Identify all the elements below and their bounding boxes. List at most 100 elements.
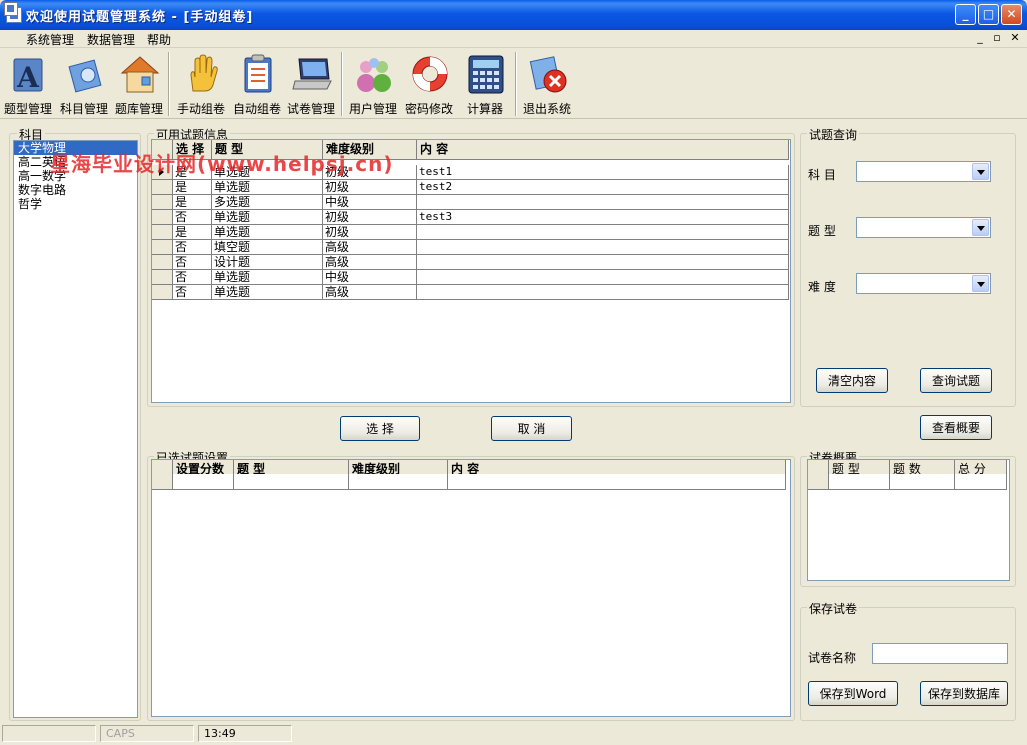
save-group-title: 保存试卷 <box>807 600 860 617</box>
table-cell[interactable]: 是 <box>173 225 212 240</box>
svg-text:A: A <box>16 61 40 94</box>
mdi-close-icon[interactable]: ✕ <box>1008 31 1022 45</box>
subject-item[interactable]: 数字电路 <box>14 183 137 197</box>
table-cell[interactable]: 否 <box>173 240 212 255</box>
table-cell[interactable]: 否 <box>173 270 212 285</box>
toolbar-question-bank[interactable]: 题库管理 <box>111 51 167 117</box>
table-cell[interactable]: 是 <box>173 180 212 195</box>
table-cell[interactable]: 高级 <box>323 255 417 270</box>
table-cell[interactable]: 中级 <box>323 270 417 285</box>
toolbar-calculator[interactable]: 计算器 <box>457 51 513 117</box>
row-header[interactable] <box>152 285 173 300</box>
row-header[interactable] <box>152 180 173 195</box>
menu-data[interactable]: 数据管理 <box>87 31 135 48</box>
row-header[interactable] <box>808 474 829 490</box>
table-cell[interactable]: 多选题 <box>212 195 323 210</box>
row-header[interactable] <box>152 270 173 285</box>
chevron-down-icon[interactable] <box>972 275 989 292</box>
chevron-down-icon[interactable] <box>972 163 989 180</box>
row-header[interactable] <box>152 225 173 240</box>
table-cell[interactable]: 否 <box>173 210 212 225</box>
save-word-button[interactable]: 保存到Word <box>808 681 898 706</box>
toolbar-subject[interactable]: 科目管理 <box>56 51 112 117</box>
table-cell[interactable]: 初级 <box>323 210 417 225</box>
column-header-content[interactable]: 内 容 <box>417 140 789 160</box>
table-cell[interactable] <box>417 270 789 285</box>
minimize-button[interactable]: _ <box>955 4 976 25</box>
table-cell[interactable]: 高级 <box>323 285 417 300</box>
paper-name-label: 试卷名称 <box>808 651 857 665</box>
maximize-button[interactable]: □ <box>978 4 999 25</box>
table-cell[interactable] <box>417 285 789 300</box>
new-row-cell[interactable] <box>890 474 955 490</box>
mdi-minimize-icon[interactable]: _ <box>973 31 987 45</box>
new-row-cell[interactable] <box>955 474 1007 490</box>
table-cell[interactable]: 是 <box>173 195 212 210</box>
query-group-title: 试题查询 <box>807 126 860 143</box>
row-header[interactable] <box>152 474 173 490</box>
table-cell[interactable]: 高级 <box>323 240 417 255</box>
mdi-restore-icon[interactable]: ▫ <box>990 31 1004 45</box>
toolbar-manual-compose[interactable]: 手动组卷 <box>173 51 229 117</box>
table-cell[interactable]: test3 <box>417 210 789 225</box>
table-cell[interactable]: 单选题 <box>212 270 323 285</box>
menu-help[interactable]: 帮助 <box>147 31 171 48</box>
table-cell[interactable] <box>417 225 789 240</box>
table-cell[interactable]: test2 <box>417 180 789 195</box>
toolbar-exit[interactable]: 退出系统 <box>519 51 575 117</box>
table-cell[interactable] <box>417 240 789 255</box>
overview-button[interactable]: 查看概要 <box>920 415 992 440</box>
new-row-cell[interactable] <box>234 474 349 490</box>
row-header[interactable] <box>152 195 173 210</box>
save-db-button[interactable]: 保存到数据库 <box>920 681 1008 706</box>
status-panel <box>2 725 96 742</box>
lifebuoy-icon <box>412 56 448 92</box>
table-cell[interactable]: 否 <box>173 255 212 270</box>
new-row-cell[interactable] <box>173 474 234 490</box>
toolbar-password-change[interactable]: 密码修改 <box>401 51 457 117</box>
table-cell[interactable]: 初级 <box>323 225 417 240</box>
clipboard-icon <box>244 54 272 93</box>
difficulty-label: 难 度 <box>808 280 836 294</box>
table-cell[interactable]: 单选题 <box>212 180 323 195</box>
type-combo[interactable] <box>856 217 991 238</box>
table-cell[interactable]: 初级 <box>323 180 417 195</box>
toolbar-auto-compose[interactable]: 自动组卷 <box>229 51 285 117</box>
table-cell[interactable]: 否 <box>173 285 212 300</box>
row-header[interactable] <box>152 255 173 270</box>
difficulty-combo[interactable] <box>856 273 991 294</box>
toolbar-user-manage[interactable]: 用户管理 <box>345 51 401 117</box>
table-cell[interactable]: 单选题 <box>212 225 323 240</box>
toolbar-question-type[interactable]: A 题型管理 <box>0 51 56 117</box>
toolbar-paper-manage[interactable]: 试卷管理 <box>283 51 339 117</box>
table-cell[interactable] <box>417 255 789 270</box>
table-cell[interactable] <box>417 195 789 210</box>
status-caps: CAPS <box>100 725 194 742</box>
search-button[interactable]: 查询试题 <box>920 368 992 393</box>
select-button[interactable]: 选 择 <box>340 416 420 441</box>
table-cell[interactable]: 填空题 <box>212 240 323 255</box>
table-cell[interactable]: 单选题 <box>212 285 323 300</box>
subject-item[interactable]: 哲学 <box>14 197 137 211</box>
new-row-cell[interactable] <box>829 474 890 490</box>
row-header[interactable] <box>152 240 173 255</box>
new-row-cell[interactable] <box>448 474 786 490</box>
new-row-cell[interactable] <box>349 474 448 490</box>
table-cell[interactable]: 中级 <box>323 195 417 210</box>
table-cell[interactable]: 单选题 <box>212 210 323 225</box>
clear-button[interactable]: 清空内容 <box>816 368 888 393</box>
close-button[interactable]: ✕ <box>1001 4 1022 25</box>
subject-combo[interactable] <box>856 161 991 182</box>
subject-list[interactable]: 大学物理 高二英语 高一数学 数字电路 哲学 <box>13 140 138 718</box>
table-cell[interactable]: 设计题 <box>212 255 323 270</box>
status-time: 13:49 <box>198 725 292 742</box>
chevron-down-icon[interactable] <box>972 219 989 236</box>
row-header[interactable] <box>152 210 173 225</box>
selected-grid[interactable] <box>151 459 791 717</box>
cancel-button[interactable]: 取 消 <box>491 416 572 441</box>
exit-icon <box>529 56 567 93</box>
paper-name-input[interactable] <box>872 643 1008 664</box>
document-icon[interactable] <box>4 2 18 16</box>
table-cell[interactable]: test1 <box>417 165 789 180</box>
menu-system[interactable]: 系统管理 <box>26 31 74 48</box>
